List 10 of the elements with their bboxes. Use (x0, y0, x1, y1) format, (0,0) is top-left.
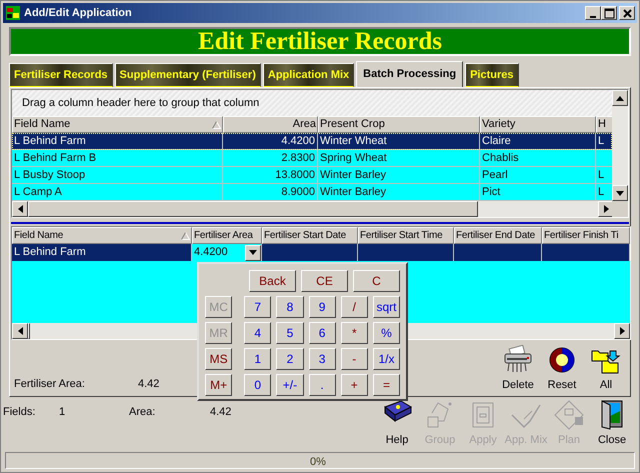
totals-label: Fields: (3, 405, 36, 420)
banner-title: Edit Fertiliser Records (9, 27, 631, 56)
group-by-hint: Drag a column header here to group that column (12, 90, 612, 116)
window-title: Add/Edit Application (24, 6, 132, 21)
totals-value: 1 (59, 405, 66, 420)
summary-value: 4.42 (138, 376, 160, 392)
summary-label: Fertiliser Area: (13, 376, 86, 392)
totals-value: 4.42 (210, 405, 232, 420)
totals-label: Area: (129, 405, 156, 420)
progress-text: 0% (310, 455, 326, 470)
